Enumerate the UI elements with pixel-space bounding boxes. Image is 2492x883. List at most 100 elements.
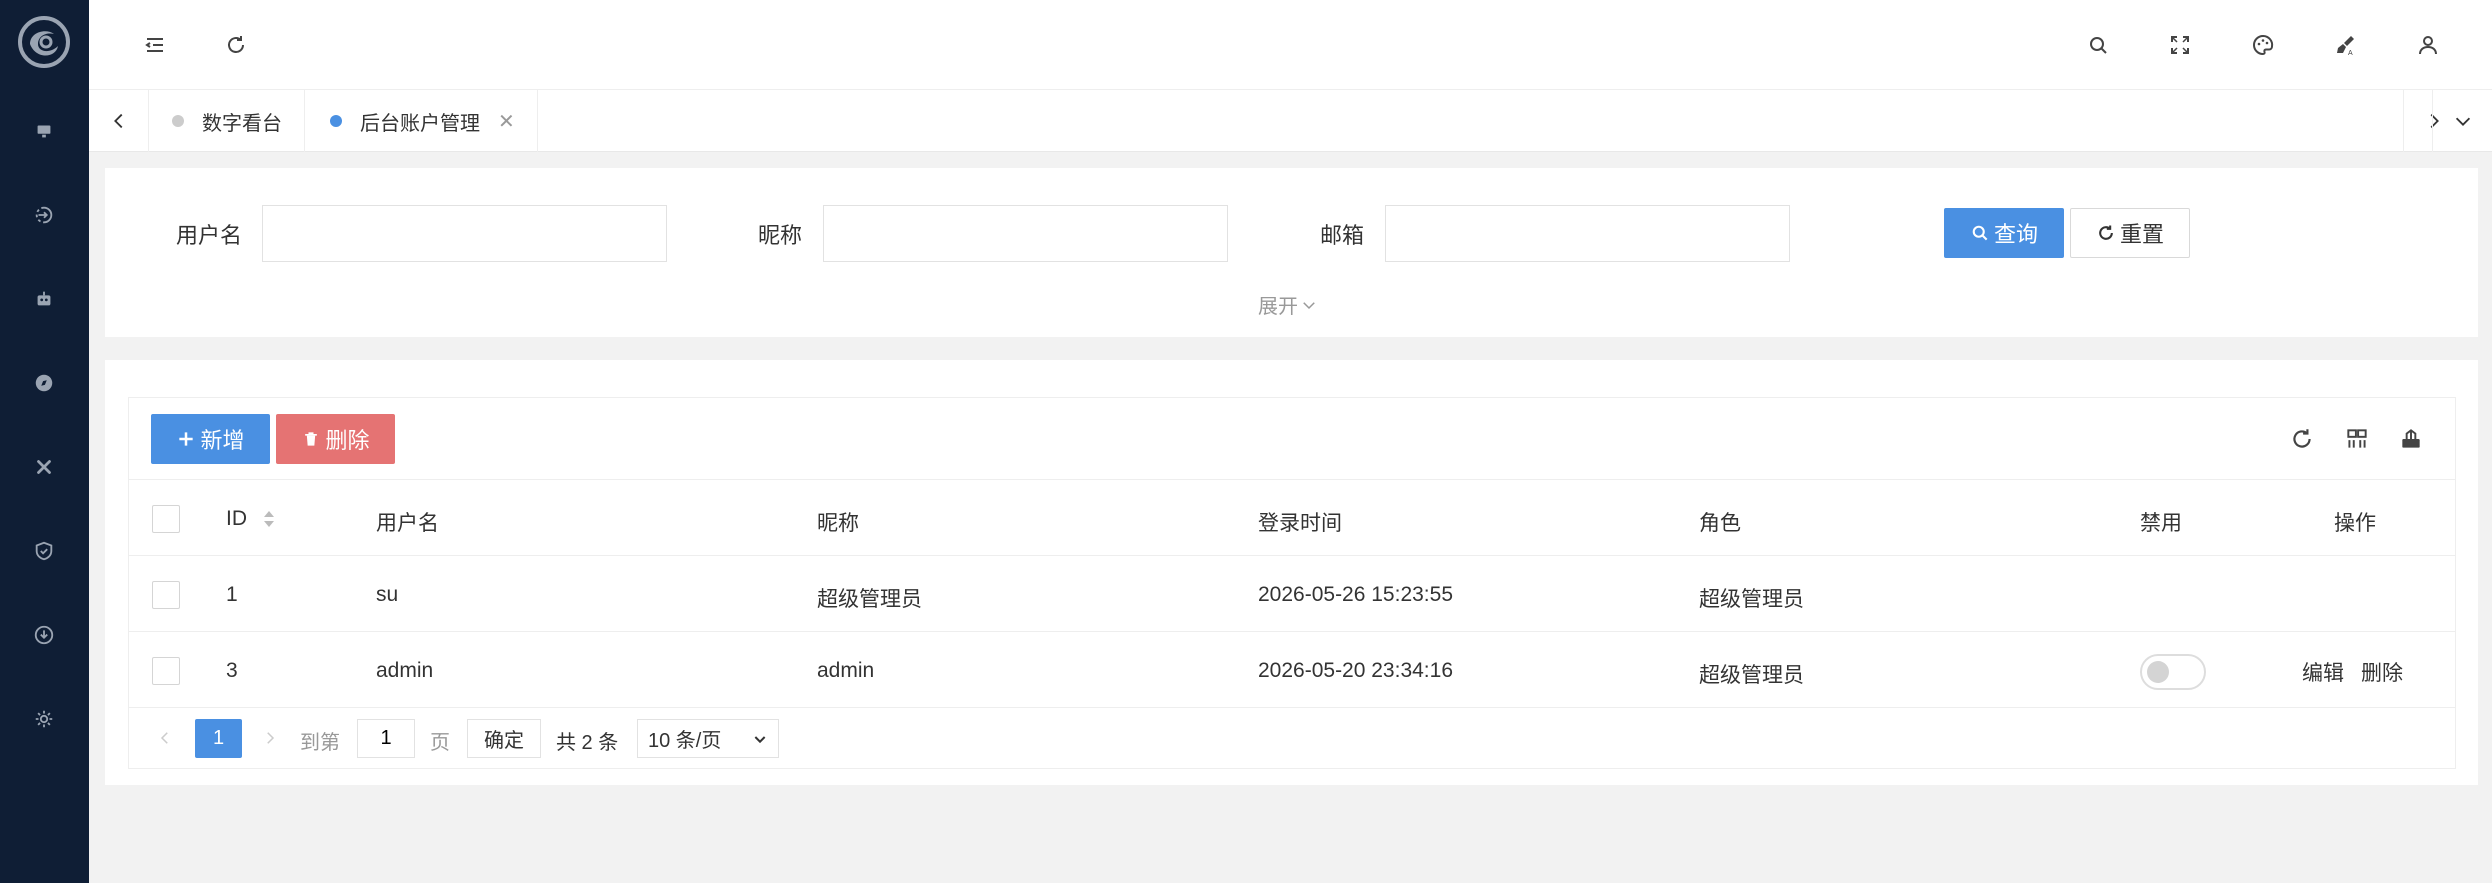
robot-icon: [37, 291, 51, 306]
refresh-page-button[interactable]: [219, 28, 253, 62]
table-divider: [128, 479, 2456, 480]
fullscreen-icon: [2171, 36, 2189, 54]
username-input[interactable]: [262, 205, 667, 262]
tab-close-icon[interactable]: ✕: [498, 109, 515, 134]
query-button[interactable]: 查询: [1944, 208, 2064, 258]
tab-status-dot: [330, 115, 342, 127]
refresh-icon: [2099, 225, 2113, 240]
chevron-down-icon: [754, 735, 766, 743]
column-header-actions: 操作: [2334, 512, 2376, 535]
table-divider: [128, 631, 2456, 632]
goto-confirm-button[interactable]: 确定: [467, 719, 541, 758]
column-header-disabled: 禁用: [2140, 512, 2182, 535]
login-icon: [35, 206, 53, 224]
shield-icon: [35, 541, 53, 561]
cell-nickname: admin: [817, 659, 875, 682]
sidebar: [0, 0, 89, 883]
add-label: 新增: [200, 428, 245, 453]
page-number-button[interactable]: 1: [195, 719, 242, 758]
chevron-left-icon: [160, 732, 168, 744]
tools-icon: [37, 460, 51, 474]
plus-icon: [179, 432, 194, 446]
table-divider: [128, 707, 2456, 708]
cell-username: su: [376, 583, 399, 606]
menu-fold-icon: [145, 38, 163, 52]
reset-label: 重置: [2119, 222, 2164, 247]
print-icon: [2402, 429, 2420, 448]
tab-admin-accounts[interactable]: 后台账户管理 ✕: [308, 90, 538, 152]
chevron-right-icon: [267, 732, 275, 744]
expand-label: 展开: [1258, 296, 1298, 318]
select-all-checkbox[interactable]: [152, 505, 180, 533]
user-icon: [2419, 36, 2437, 55]
prev-page-button[interactable]: [153, 724, 177, 752]
trash-icon: [305, 432, 318, 446]
theme-button[interactable]: [2246, 28, 2280, 62]
cell-username: admin: [376, 659, 434, 682]
clean-cache-button[interactable]: A: [2328, 28, 2362, 62]
sidebar-item-dashboard[interactable]: [29, 116, 59, 146]
delete-link[interactable]: 删除: [2361, 657, 2403, 687]
query-label: 查询: [1993, 222, 2038, 247]
user-profile-button[interactable]: [2411, 28, 2445, 62]
compass-icon: [35, 374, 53, 392]
add-button[interactable]: 新增: [151, 414, 270, 464]
tab-status-dot: [172, 115, 184, 127]
table-divider: [128, 555, 2456, 556]
goto-label: 到第: [300, 732, 340, 754]
cell-login-time: 2026-05-26 15:23:55: [1258, 583, 1453, 606]
column-header-id[interactable]: ID: [226, 507, 247, 531]
top-header: A: [89, 0, 2492, 90]
sidebar-item-security[interactable]: [29, 536, 59, 566]
nickname-label: 昵称: [758, 223, 803, 248]
tabs-bar: 数字看台 后台账户管理 ✕: [89, 90, 2492, 152]
page-unit-label: 页: [430, 732, 450, 754]
next-page-button[interactable]: [258, 724, 282, 752]
table-refresh-button[interactable]: [2285, 422, 2319, 456]
logo-icon: [18, 16, 70, 68]
nickname-input[interactable]: [823, 205, 1228, 262]
email-input[interactable]: [1385, 205, 1790, 262]
download-icon: [34, 625, 54, 645]
total-count: 共 2 条: [556, 732, 619, 754]
sidebar-item-tools[interactable]: [29, 452, 59, 482]
fullscreen-button[interactable]: [2163, 28, 2197, 62]
page-size-select[interactable]: 10 条/页: [637, 719, 779, 758]
sidebar-item-compass[interactable]: [29, 368, 59, 398]
monitor-icon: [37, 125, 51, 138]
tabs-dropdown[interactable]: [2432, 90, 2492, 152]
edit-link[interactable]: 编辑: [2302, 657, 2344, 687]
sort-icon[interactable]: [262, 508, 276, 530]
toggle-knob: [2147, 661, 2169, 683]
chevron-down-icon: [2455, 117, 2470, 126]
search-button[interactable]: [2081, 28, 2115, 62]
column-header-username: 用户名: [376, 512, 439, 535]
expand-filters-toggle[interactable]: 展开: [1258, 290, 1318, 319]
sidebar-item-robot[interactable]: [29, 284, 59, 314]
column-settings-button[interactable]: [2340, 422, 2374, 456]
disable-toggle[interactable]: [2140, 654, 2206, 690]
print-button[interactable]: [2394, 422, 2428, 456]
search-icon: [2090, 37, 2107, 54]
goto-page-input[interactable]: [357, 719, 415, 758]
sidebar-item-login[interactable]: [29, 200, 59, 230]
batch-delete-button[interactable]: 删除: [276, 414, 395, 464]
brush-icon: A: [2337, 36, 2354, 57]
svg-text:A: A: [2348, 50, 2353, 57]
delete-label: 删除: [325, 428, 370, 453]
refresh-icon: [2293, 429, 2311, 448]
palette-icon: [2253, 34, 2274, 56]
tab-dashboard[interactable]: 数字看台: [150, 90, 305, 152]
page-size-value: 10 条/页: [648, 730, 722, 752]
username-label: 用户名: [176, 223, 243, 248]
refresh-icon: [228, 36, 244, 53]
row-checkbox[interactable]: [152, 657, 180, 685]
sidebar-item-download[interactable]: [29, 620, 59, 650]
reset-button[interactable]: 重置: [2070, 208, 2190, 258]
tab-label: 数字看台: [202, 112, 282, 135]
sidebar-item-settings[interactable]: [29, 704, 59, 734]
tabs-scroll-left[interactable]: [89, 90, 149, 152]
collapse-menu-button[interactable]: [138, 28, 172, 62]
tab-label: 后台账户管理: [360, 112, 480, 135]
row-checkbox[interactable]: [152, 581, 180, 609]
